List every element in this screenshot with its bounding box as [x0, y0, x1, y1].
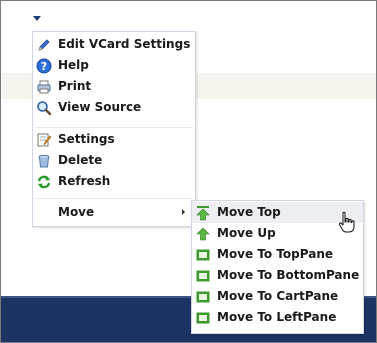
refresh-icon — [36, 174, 52, 190]
menu-item-label: View Source — [58, 100, 142, 114]
menu-separator — [35, 127, 193, 128]
pane-icon — [195, 247, 211, 263]
menu-item-delete[interactable]: Delete — [33, 150, 195, 171]
submenu-arrow-icon — [182, 209, 185, 215]
menu-item-view-source[interactable]: View Source — [33, 97, 195, 118]
printer-icon — [36, 79, 52, 95]
menu-item-label: Refresh — [58, 174, 111, 188]
hand-cursor-icon — [337, 211, 357, 235]
menu-item-move[interactable]: Move — [33, 202, 195, 223]
menu-item-label: Help — [58, 58, 89, 72]
svg-text:?: ? — [41, 60, 47, 73]
menu-item-refresh[interactable]: Refresh — [33, 171, 195, 192]
pane-icon — [195, 310, 211, 326]
pane-icon — [195, 289, 211, 305]
submenu-item-label: Move To BottomPane — [217, 268, 360, 282]
submenu-item-label: Move To LeftPane — [217, 310, 337, 324]
help-icon: ? — [36, 58, 52, 74]
submenu-item-move-to-bottompane[interactable]: Move To BottomPane — [192, 265, 363, 286]
menu-item-edit-vcard-settings[interactable]: Edit VCard Settings — [33, 34, 195, 55]
menu-item-label: Delete — [58, 153, 103, 167]
submenu-item-move-to-cartpane[interactable]: Move To CartPane — [192, 286, 363, 307]
menu-separator — [35, 198, 193, 199]
move-top-icon — [195, 205, 211, 221]
pencil-icon — [36, 37, 52, 53]
menu-item-label: Edit VCard Settings — [58, 37, 191, 51]
submenu-item-label: Move To TopPane — [217, 247, 334, 261]
menu-item-print[interactable]: Print — [33, 76, 195, 97]
pane-icon — [195, 268, 211, 284]
menu-item-label: Settings — [58, 132, 115, 146]
submenu-item-move-to-leftpane[interactable]: Move To LeftPane — [192, 307, 363, 328]
move-up-icon — [195, 226, 211, 242]
magnifier-icon — [36, 100, 52, 116]
menu-item-settings[interactable]: Settings — [33, 129, 195, 150]
menu-toggle-caret-icon[interactable] — [33, 16, 41, 21]
submenu-item-move-to-toppane[interactable]: Move To TopPane — [192, 244, 363, 265]
submenu-item-label: Move Up — [217, 226, 276, 240]
menu-item-label: Move — [58, 205, 95, 219]
trash-icon — [36, 153, 52, 169]
context-menu: Edit VCard Settings ? Help Print View So… — [32, 31, 196, 227]
menu-item-help[interactable]: ? Help — [33, 55, 195, 76]
menu-item-label: Print — [58, 79, 92, 93]
submenu-item-label: Move Top — [217, 205, 281, 219]
settings-icon — [36, 132, 52, 148]
submenu-item-label: Move To CartPane — [217, 289, 339, 303]
